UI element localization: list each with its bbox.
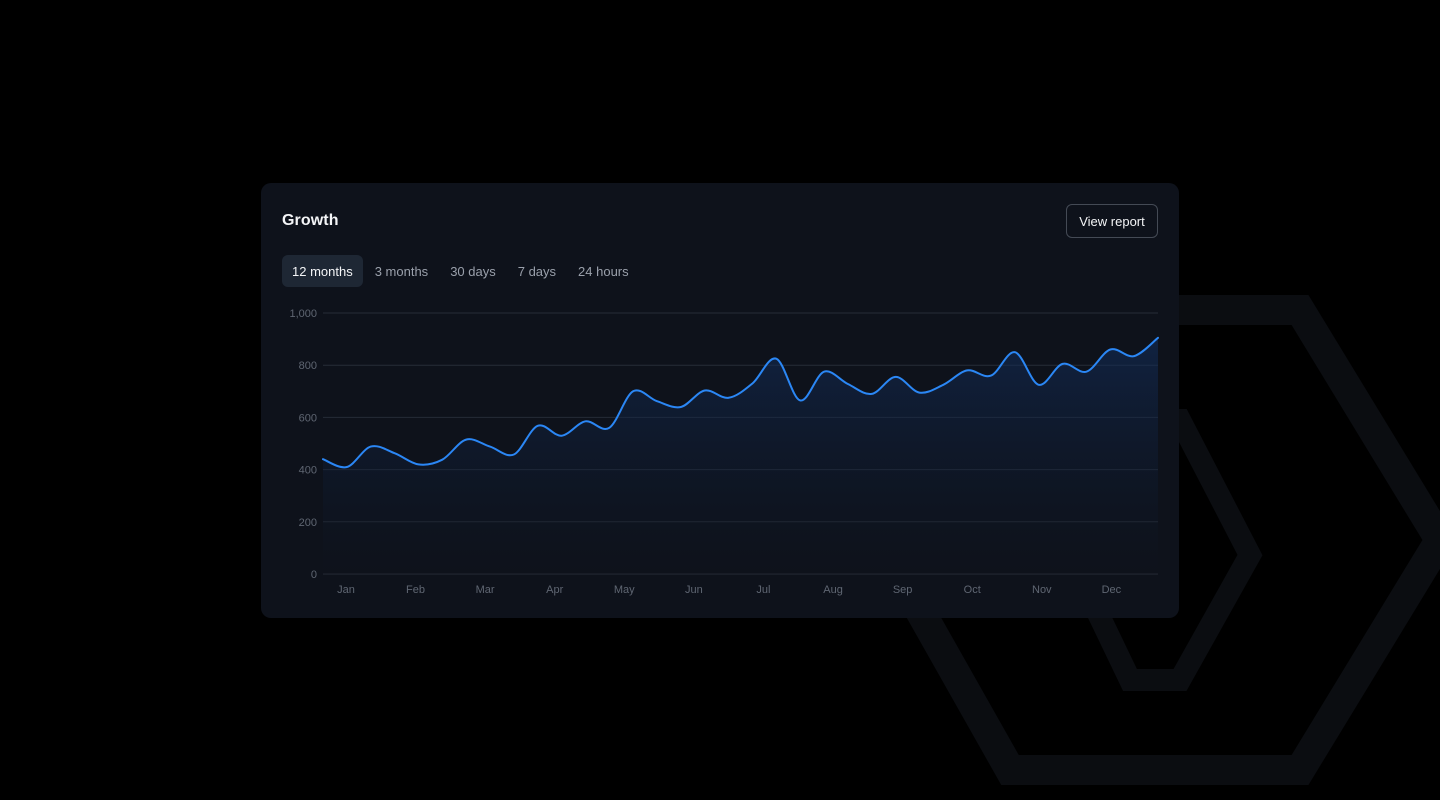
y-tick-label: 600 xyxy=(299,412,317,424)
x-tick-label: Jul xyxy=(756,584,770,596)
growth-area-chart: 0 200 400 600 800 1,000 Jan Feb Mar Apr May Jun Jul… xyxy=(289,308,1159,596)
x-tick-label: May xyxy=(614,584,635,596)
growth-card: Growth View report 12 months 3 months 30… xyxy=(261,183,1179,618)
x-tick-label: Jan xyxy=(337,584,355,596)
y-tick-label: 0 xyxy=(311,569,317,581)
y-tick-label: 200 xyxy=(299,517,317,529)
y-tick-label: 800 xyxy=(299,360,317,372)
x-axis-ticks: Jan Feb Mar Apr May Jun Jul Aug Sep Oct Nov Dec xyxy=(337,584,1122,596)
x-tick-label: Jun xyxy=(685,584,703,596)
y-tick-label: 400 xyxy=(299,465,317,477)
y-tick-label: 1,000 xyxy=(289,308,317,320)
x-tick-label: Sep xyxy=(893,584,913,596)
x-tick-label: Apr xyxy=(546,584,563,596)
y-axis-ticks: 0 200 400 600 800 1,000 xyxy=(289,308,317,581)
x-tick-label: Oct xyxy=(964,584,981,596)
x-tick-label: Feb xyxy=(406,584,425,596)
x-tick-label: Dec xyxy=(1102,584,1122,596)
x-tick-label: Aug xyxy=(823,584,843,596)
x-tick-label: Mar xyxy=(476,584,495,596)
x-tick-label: Nov xyxy=(1032,584,1052,596)
